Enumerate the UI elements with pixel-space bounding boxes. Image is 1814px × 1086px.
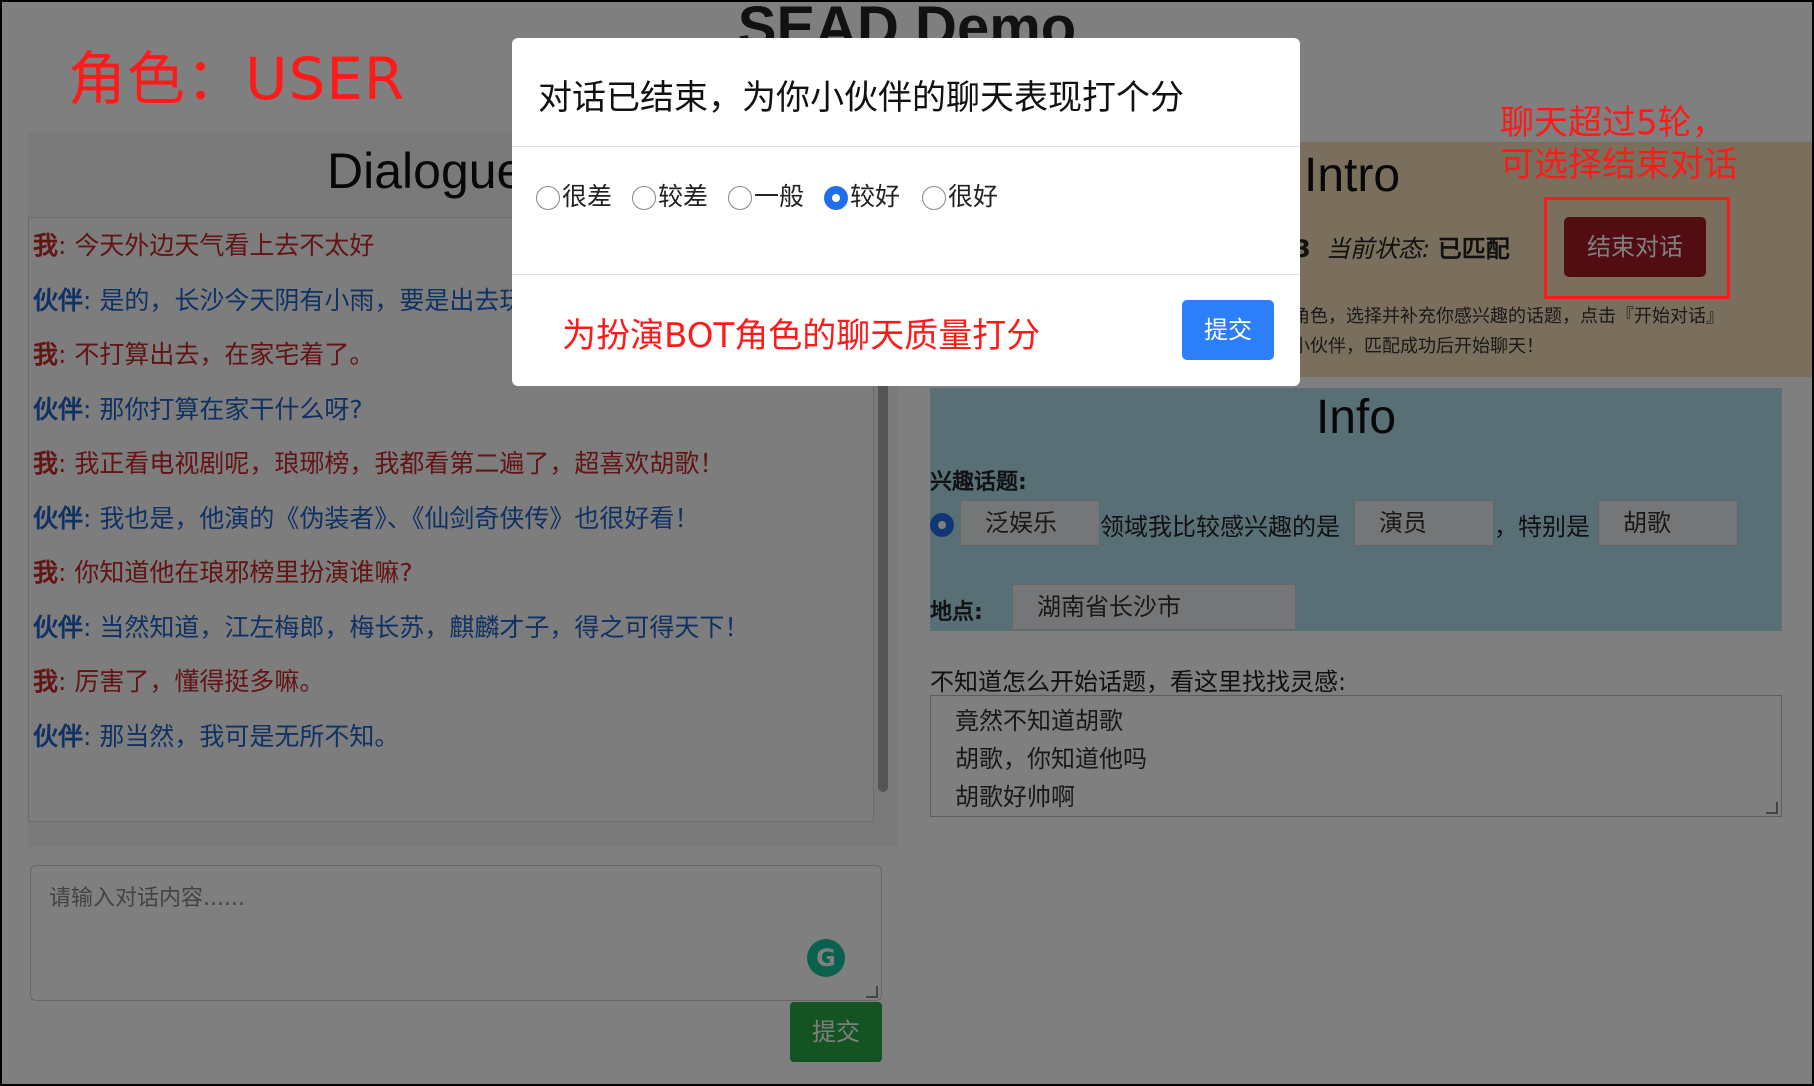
rating-submit-button[interactable]: 提交 — [1182, 300, 1274, 360]
rating-modal: 对话已结束，为你小伙伴的聊天表现打个分 很差 较差 一般 较好 很好 为扮演BO… — [512, 38, 1300, 386]
radio-icon[interactable] — [728, 186, 752, 210]
modal-divider — [512, 146, 1300, 147]
rating-option-very-bad[interactable]: 很差 — [536, 177, 612, 213]
modal-title: 对话已结束，为你小伙伴的聊天表现打个分 — [538, 78, 1184, 118]
annotation-line: 可选择结束对话 — [1500, 145, 1738, 185]
rating-option-label: 较好 — [850, 182, 901, 211]
rating-option-label: 较差 — [658, 182, 709, 211]
modal-divider — [512, 274, 1300, 275]
annotation-line: 聊天超过5轮， — [1500, 103, 1726, 143]
rating-option-bad[interactable]: 较差 — [632, 177, 708, 213]
rating-option-very-good[interactable]: 很好 — [922, 177, 998, 213]
rating-annotation: 为扮演BOT角色的聊天质量打分 — [562, 316, 1041, 356]
rating-option-label: 一般 — [754, 182, 805, 211]
annotation-highlight-box — [1544, 197, 1730, 299]
radio-selected-icon[interactable] — [824, 186, 848, 210]
radio-icon[interactable] — [536, 186, 560, 210]
screenshot-frame: SEAD Demo Dialogue 我: 今天外边天气看上去不太好 伙伴: 是… — [0, 0, 1814, 1086]
role-annotation: 角色：USER — [68, 45, 406, 113]
rating-option-average[interactable]: 一般 — [728, 177, 804, 213]
rating-option-label: 很差 — [562, 182, 613, 211]
radio-icon[interactable] — [922, 186, 946, 210]
radio-icon[interactable] — [632, 186, 656, 210]
end-dialogue-annotation: 聊天超过5轮， 可选择结束对话 — [1500, 102, 1738, 186]
rating-option-good[interactable]: 较好 — [824, 177, 900, 213]
rating-option-label: 很好 — [948, 182, 999, 211]
